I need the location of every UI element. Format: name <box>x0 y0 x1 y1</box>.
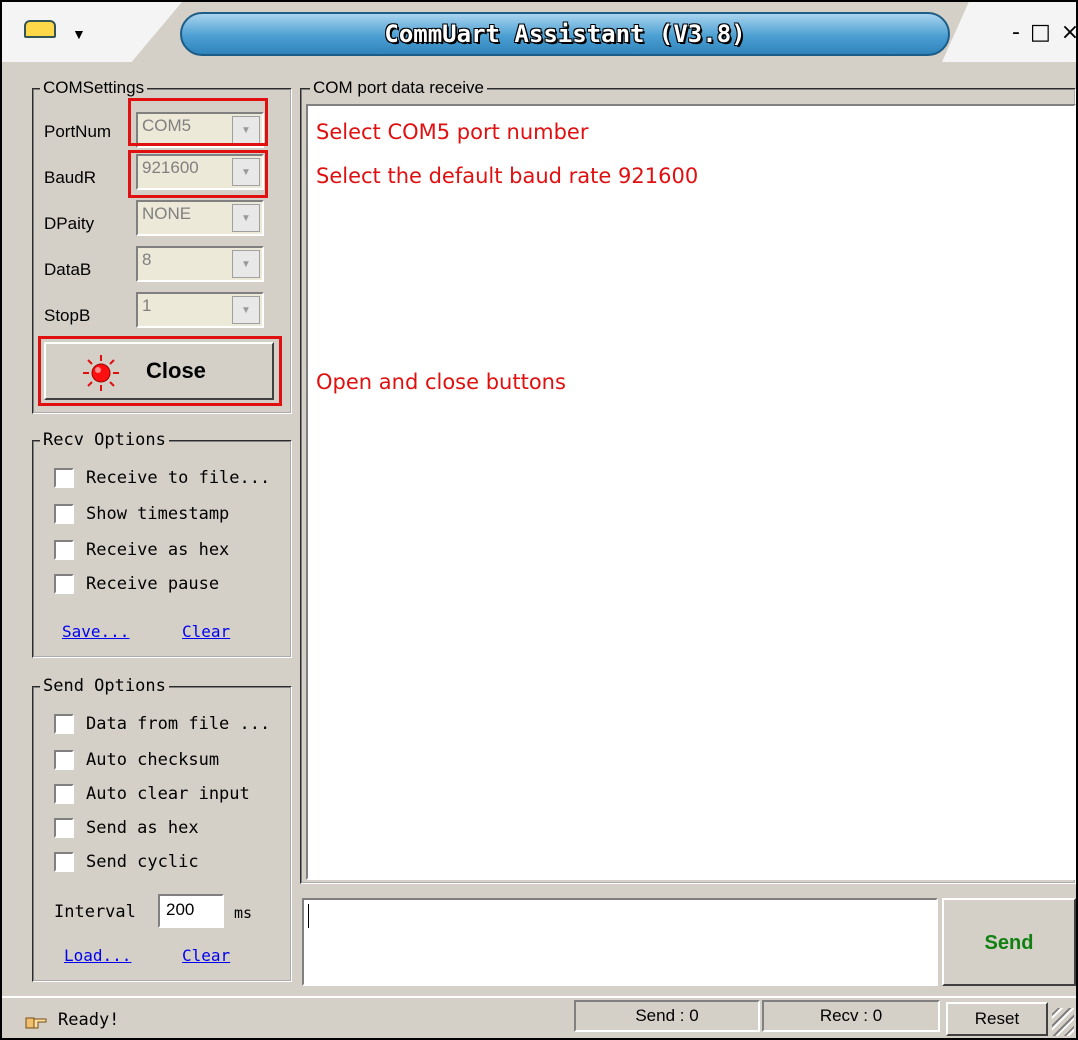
parity-value: NONE <box>142 204 192 223</box>
receive-pause-label: Receive pause <box>86 574 220 594</box>
send-cyclic-checkbox[interactable] <box>54 852 74 872</box>
recv-options-legend: Recv Options <box>40 430 169 450</box>
send-button-label: Send <box>984 932 1034 954</box>
auto-clear-input-checkbox[interactable] <box>54 784 74 804</box>
auto-checksum-label: Auto checksum <box>86 750 220 770</box>
send-counter: Send : 0 <box>574 1000 760 1032</box>
receive-as-hex-checkbox[interactable] <box>54 540 74 560</box>
annotation-buttons: Open and close buttons <box>316 370 566 394</box>
send-as-hex-checkbox[interactable] <box>54 818 74 838</box>
chevron-down-icon[interactable]: ▼ <box>232 250 260 278</box>
auto-clear-input-label: Auto clear input <box>86 784 250 804</box>
receive-legend: COM port data receive <box>310 78 488 98</box>
interval-label: Interval <box>54 902 136 922</box>
show-timestamp-checkbox[interactable] <box>54 504 74 524</box>
maximize-icon[interactable]: □ <box>1030 20 1061 45</box>
minimize-icon[interactable]: - <box>1012 20 1030 45</box>
show-timestamp-label: Show timestamp <box>86 504 230 524</box>
port-status-led-icon <box>83 355 119 391</box>
receive-as-hex-label: Receive as hex <box>86 540 230 560</box>
interval-input[interactable]: 200 <box>158 894 224 928</box>
send-options-legend: Send Options <box>40 676 169 696</box>
send-input[interactable] <box>302 898 938 986</box>
databits-value: 8 <box>142 250 152 269</box>
baudr-label: BaudR <box>44 168 96 187</box>
interval-unit: ms <box>234 904 253 922</box>
annotation-baud: Select the default baud rate 921600 <box>316 164 699 188</box>
pointing-hand-icon <box>25 1017 47 1029</box>
app-window: CommUart Assistant (V3.8) ▼ -□× COMSetti… <box>0 0 1078 1040</box>
send-clear-link[interactable]: Clear <box>182 946 230 965</box>
receive-pause-checkbox[interactable] <box>54 574 74 594</box>
receive-to-file-checkbox[interactable] <box>54 468 74 488</box>
save-link[interactable]: Save... <box>62 622 129 641</box>
chevron-down-icon[interactable]: ▼ <box>72 26 86 42</box>
send-as-hex-label: Send as hex <box>86 818 199 838</box>
databits-label: DataB <box>44 260 92 279</box>
open-close-button[interactable]: Close <box>44 342 274 400</box>
portnum-label: PortNum <box>44 122 112 141</box>
send-button[interactable]: Send <box>942 898 1076 986</box>
chevron-down-icon[interactable]: ▼ <box>232 204 260 232</box>
stopbits-label: StopB <box>44 306 91 325</box>
resize-grip-icon[interactable] <box>1052 1008 1074 1036</box>
annotation-box-baud <box>128 150 268 198</box>
stopbits-value: 1 <box>142 296 152 315</box>
load-link[interactable]: Load... <box>64 946 131 965</box>
close-icon[interactable]: × <box>1061 20 1076 45</box>
window-title: CommUart Assistant (V3.8) <box>384 20 746 48</box>
close-button-label: Close <box>146 358 206 383</box>
annotation-port: Select COM5 port number <box>316 120 589 144</box>
stopbits-select[interactable]: 1 ▼ <box>136 292 264 328</box>
auto-checksum-checkbox[interactable] <box>54 750 74 770</box>
data-from-file-label: Data from file ... <box>86 714 271 734</box>
recv-counter: Recv : 0 <box>762 1000 940 1032</box>
text-cursor <box>308 904 309 928</box>
chevron-down-icon[interactable]: ▼ <box>232 296 260 324</box>
status-divider <box>2 996 1076 998</box>
status-text: Ready! <box>58 1010 120 1030</box>
recv-clear-link[interactable]: Clear <box>182 622 230 641</box>
data-from-file-checkbox[interactable] <box>54 714 74 734</box>
send-cyclic-label: Send cyclic <box>86 852 199 872</box>
databits-select[interactable]: 8 ▼ <box>136 246 264 282</box>
parity-select[interactable]: NONE ▼ <box>136 200 264 236</box>
reset-button[interactable]: Reset <box>946 1002 1048 1036</box>
app-menu-icon[interactable] <box>24 20 56 38</box>
parity-label: DPaity <box>44 214 95 233</box>
receive-to-file-label: Receive to file... <box>86 468 271 488</box>
window-controls: -□× <box>1012 20 1076 45</box>
com-settings-legend: COMSettings <box>40 78 148 98</box>
annotation-box-port <box>128 98 268 146</box>
receive-textarea[interactable] <box>306 104 1076 880</box>
